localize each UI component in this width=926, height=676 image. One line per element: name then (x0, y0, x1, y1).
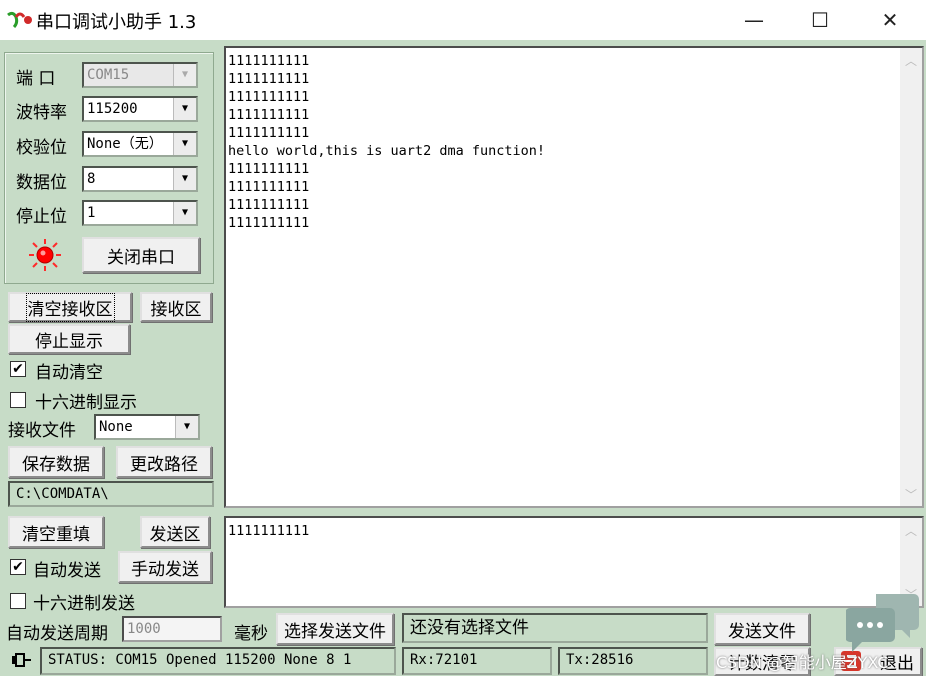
status-text: STATUS: COM15 Opened 115200 None 8 1 (40, 647, 396, 675)
change-path-button[interactable]: 更改路径 (116, 446, 212, 478)
receive-scrollbar[interactable]: ︿ ﹀ (900, 48, 922, 506)
receive-line: 1111111111 (228, 125, 310, 141)
close-button[interactable]: ✕ (858, 0, 922, 40)
parity-value: None（无） (87, 136, 163, 152)
tx-count: Tx:28516 (558, 647, 708, 675)
send-file-button[interactable]: 发送文件 (714, 613, 810, 645)
title-bar: 串口调试小助手 1.3 — ☐ ✕ (0, 0, 926, 40)
databits-label: 数据位 (16, 173, 67, 193)
receive-line: 1111111111 (228, 215, 310, 231)
baud-select[interactable]: 115200 ▼ (82, 96, 198, 122)
save-data-button[interactable]: 保存数据 (8, 446, 104, 478)
window-title: 串口调试小助手 1.3 (36, 12, 197, 33)
minimize-button[interactable]: — (722, 0, 786, 40)
choose-send-file-button[interactable]: 选择发送文件 (276, 613, 394, 645)
hex-display-label: 十六进制显示 (35, 393, 137, 413)
chevron-down-icon: ▼ (173, 64, 196, 86)
hex-send-checkbox[interactable] (10, 593, 26, 609)
auto-send-checkbox[interactable]: ✔ (10, 559, 26, 575)
auto-clear-label: 自动清空 (35, 363, 103, 383)
rx-count: Rx:72101 (402, 647, 552, 675)
hex-display-checkbox[interactable] (10, 392, 26, 408)
parity-label: 校验位 (16, 138, 67, 158)
scroll-up-icon[interactable]: ︿ (900, 520, 922, 540)
send-textarea[interactable]: 1111111111 ︿ ﹀ (224, 516, 924, 608)
app-icon (7, 11, 32, 29)
chevron-down-icon: ▼ (173, 168, 196, 190)
chevron-down-icon: ▼ (173, 133, 196, 155)
receive-line: 1111111111 (228, 71, 310, 87)
stopbits-value: 1 (87, 205, 96, 221)
receive-line: 1111111111 (228, 53, 310, 69)
receive-line: 1111111111 (228, 107, 310, 123)
auto-send-period-input[interactable]: 1000 (122, 616, 222, 642)
send-text: 1111111111 (228, 523, 310, 539)
receive-text: 1111111111 1111111111 1111111111 1111111111… (226, 48, 922, 236)
receive-textarea[interactable]: 1111111111 1111111111 1111111111 1111111111… (224, 46, 924, 508)
receive-line: 1111111111 (228, 161, 310, 177)
receive-line: hello world,this is uart2 dma function! (228, 143, 545, 159)
save-path-field: C:\COMDATA\ (8, 481, 214, 507)
port-status-indicator-icon (29, 239, 61, 271)
pin-icon[interactable] (10, 650, 32, 670)
scroll-down-icon[interactable]: ﹀ (900, 484, 922, 504)
auto-clear-checkbox[interactable]: ✔ (10, 361, 26, 377)
scroll-up-icon[interactable]: ︿ (900, 50, 922, 70)
clear-receive-button[interactable]: 清空接收区 (8, 292, 132, 322)
receive-line: 1111111111 (228, 179, 310, 195)
stopbits-label: 停止位 (16, 207, 67, 227)
receive-line: 1111111111 (228, 89, 310, 105)
receive-area-button[interactable]: 接收区 (140, 292, 212, 322)
chevron-down-icon: ▼ (173, 202, 196, 224)
chevron-down-icon: ▼ (173, 98, 196, 120)
auto-send-period-label: 自动发送周期 (6, 624, 108, 644)
receive-file-label: 接收文件 (8, 421, 76, 441)
ms-label: 毫秒 (234, 624, 268, 644)
manual-send-button[interactable]: 手动发送 (118, 551, 212, 583)
hex-send-label: 十六进制发送 (33, 594, 135, 614)
baud-label: 波特率 (16, 103, 67, 123)
port-label: 端 口 (16, 69, 56, 89)
databits-value: 8 (87, 171, 96, 187)
stopbits-select[interactable]: 1 ▼ (82, 200, 198, 226)
maximize-button[interactable]: ☐ (788, 0, 852, 40)
port-select[interactable]: COM15 ▼ (82, 62, 198, 88)
receive-file-value: None (99, 419, 133, 435)
auto-send-label: 自动发送 (33, 561, 101, 581)
parity-select[interactable]: None（无） ▼ (82, 131, 198, 157)
send-area-button[interactable]: 发送区 (140, 516, 210, 548)
port-value: COM15 (87, 67, 130, 83)
databits-select[interactable]: 8 ▼ (82, 166, 198, 192)
receive-line: 1111111111 (228, 197, 310, 213)
chat-bubble-icon[interactable] (846, 592, 920, 656)
watermark: CSDN @智能小屋ZYXC (716, 653, 889, 672)
receive-file-select[interactable]: None ▼ (94, 414, 200, 440)
send-file-status: 还没有选择文件 (402, 613, 708, 643)
close-port-button[interactable]: 关闭串口 (82, 237, 200, 273)
stop-display-button[interactable]: 停止显示 (8, 324, 130, 354)
baud-value: 115200 (87, 101, 138, 117)
clear-send-button[interactable]: 清空重填 (8, 516, 104, 548)
chevron-down-icon: ▼ (175, 416, 198, 438)
